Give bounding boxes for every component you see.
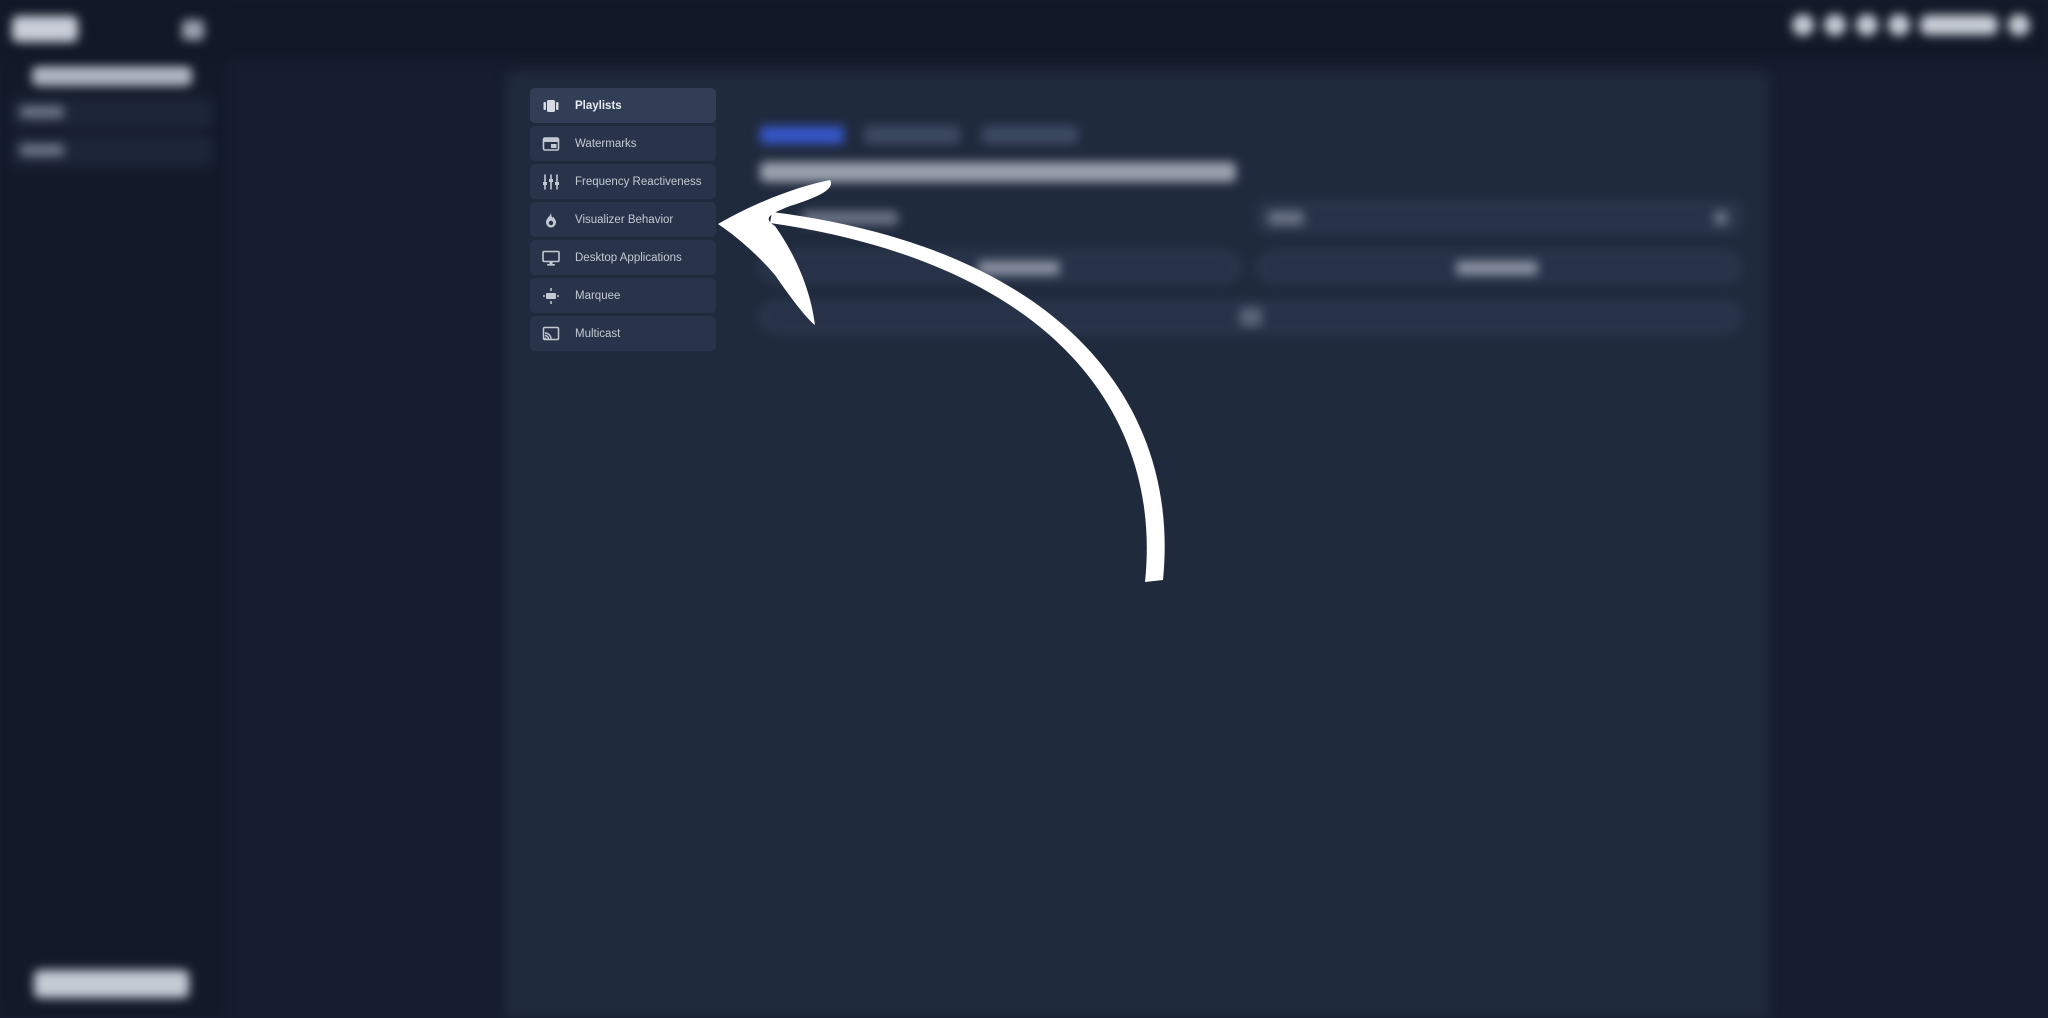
- menu-item-watermarks[interactable]: Watermarks: [530, 126, 716, 161]
- marquee-icon: [543, 288, 559, 304]
- button-label-blurred: [1456, 261, 1538, 275]
- collapse-sidebar-button[interactable]: [182, 20, 204, 40]
- menu-item-label: Watermarks: [575, 137, 637, 150]
- cast-icon: [542, 326, 560, 341]
- topbar-action-icon[interactable]: [1824, 14, 1846, 36]
- tab-blurred[interactable]: [982, 126, 1078, 144]
- slider-blurred[interactable]: [760, 302, 1740, 332]
- field-label-text-blurred: [802, 211, 898, 225]
- sidebar-title-blurred: [32, 66, 192, 86]
- description-blurred: [760, 162, 1236, 182]
- chevron-down-icon: [1714, 211, 1728, 225]
- settings-category-menu: Playlists Watermarks Frequency Reactiven…: [530, 88, 716, 354]
- menu-item-label: Playlists: [575, 99, 622, 112]
- button-blurred[interactable]: [760, 252, 1240, 282]
- slider-handle[interactable]: [1240, 308, 1262, 326]
- flame-icon: [546, 212, 556, 228]
- button-label-blurred: [978, 261, 1060, 275]
- sidebar-item-label-blurred: [20, 106, 64, 118]
- menu-item-label: Marquee: [575, 289, 621, 302]
- topbar-actions: [1792, 14, 2030, 36]
- select-value-blurred: [1268, 211, 1304, 225]
- topbar-action-icon[interactable]: [1792, 14, 1814, 36]
- menu-item-desktop-applications[interactable]: Desktop Applications: [530, 240, 716, 275]
- menu-item-frequency-reactiveness[interactable]: Frequency Reactiveness: [530, 164, 716, 199]
- menu-item-visualizer-behavior[interactable]: Visualizer Behavior: [530, 202, 716, 237]
- topbar-action-icon[interactable]: [1856, 14, 1878, 36]
- menu-item-label: Visualizer Behavior: [575, 213, 674, 226]
- button-blurred[interactable]: [1258, 252, 1740, 282]
- avatar[interactable]: [2008, 14, 2030, 36]
- menu-item-label: Multicast: [575, 327, 621, 340]
- sidebar-footer-blurred: [34, 970, 189, 998]
- select-blurred[interactable]: [1258, 202, 1740, 232]
- field-label-blurred: [760, 202, 1240, 232]
- menu-item-multicast[interactable]: Multicast: [530, 316, 716, 351]
- app-logo: [12, 16, 78, 42]
- tab-blurred-active[interactable]: [760, 126, 844, 144]
- sidebar-item-blurred[interactable]: [12, 136, 212, 166]
- menu-item-playlists[interactable]: Playlists: [530, 88, 716, 123]
- tab-blurred[interactable]: [864, 126, 960, 144]
- monitor-icon: [542, 250, 560, 266]
- user-menu-blurred[interactable]: [1920, 15, 1998, 35]
- playlist-icon: [543, 100, 559, 112]
- app-window: Playlists Watermarks Frequency Reactiven…: [0, 0, 2048, 1018]
- equalizer-icon: [543, 174, 559, 190]
- left-sidebar: [0, 0, 225, 1018]
- topbar-action-icon[interactable]: [1888, 14, 1910, 36]
- menu-item-label: Desktop Applications: [575, 251, 682, 264]
- menu-item-marquee[interactable]: Marquee: [530, 278, 716, 313]
- top-bar: [0, 0, 2048, 58]
- watermark-icon: [542, 137, 560, 151]
- settings-content-blurred: [760, 116, 1745, 356]
- sidebar-item-blurred[interactable]: [12, 98, 212, 128]
- sidebar-item-label-blurred: [20, 144, 64, 156]
- menu-item-label: Frequency Reactiveness: [575, 175, 702, 188]
